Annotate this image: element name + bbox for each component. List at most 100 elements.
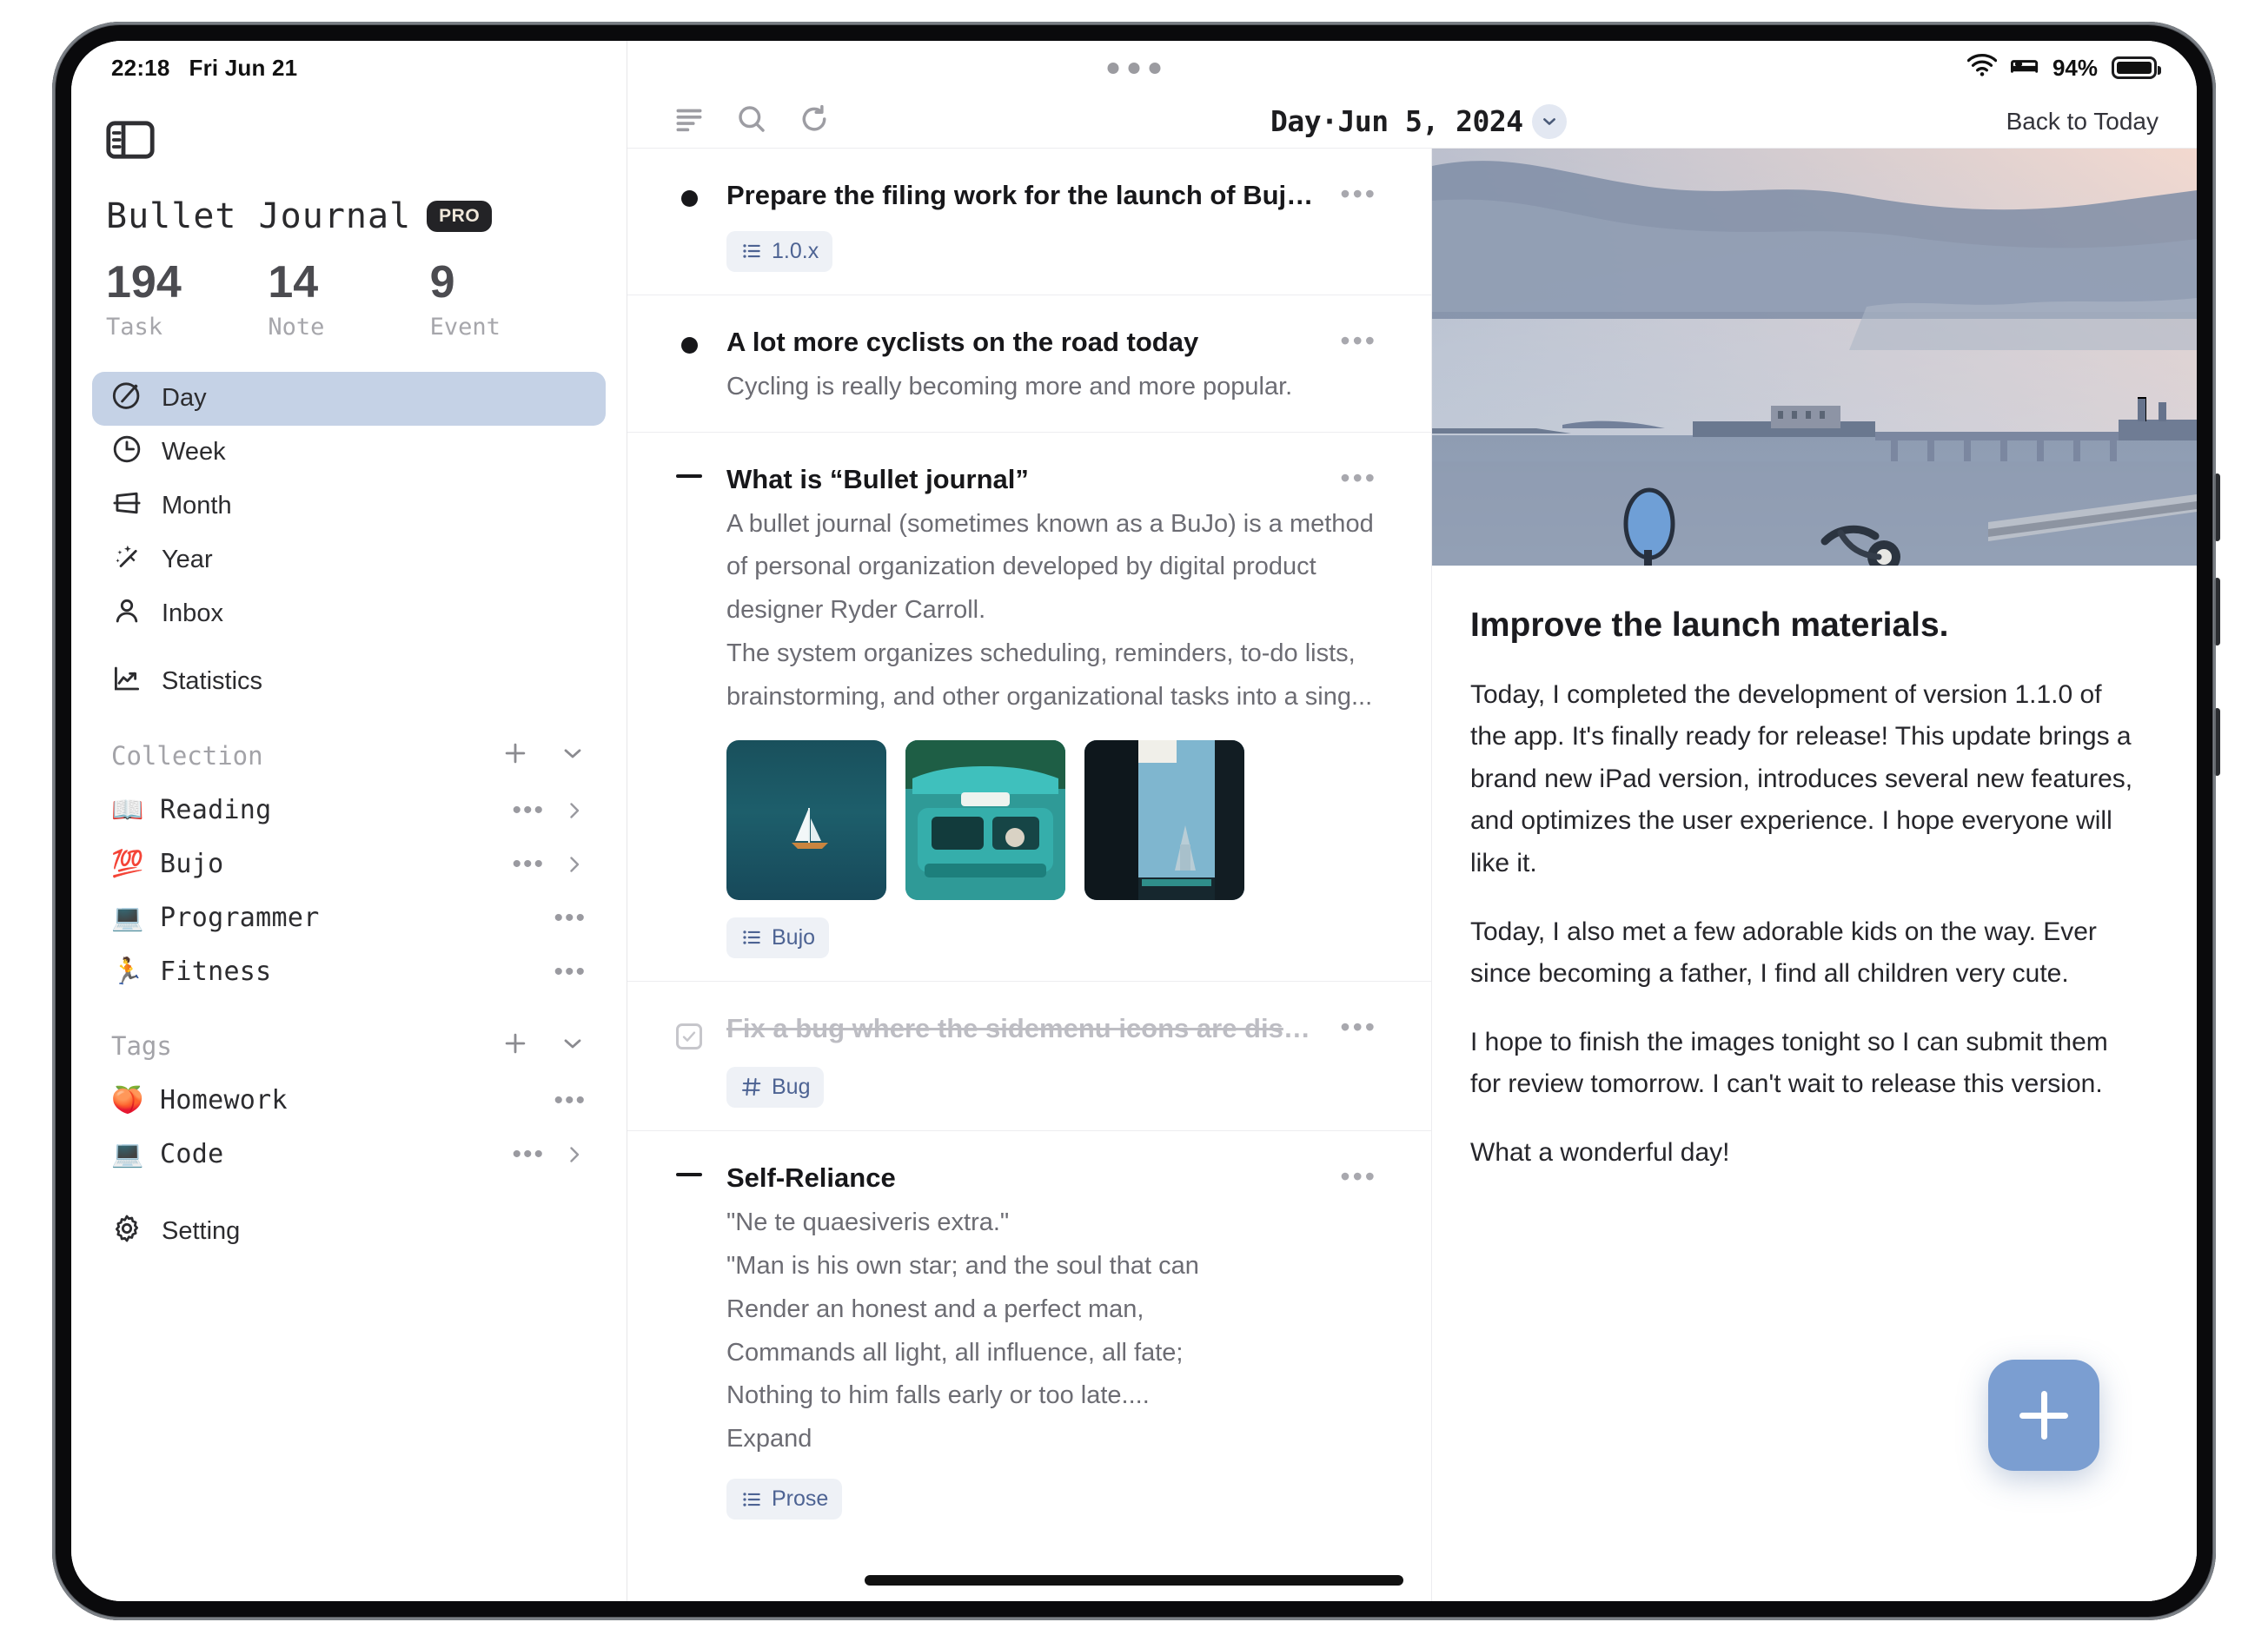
date-title[interactable]: Day·Jun 5, 2024 (855, 103, 1982, 139)
entry-paragraph: Render an honest and a perfect man, (726, 1294, 1144, 1323)
laptop-emoji-icon: 💻 (111, 1139, 144, 1169)
collection-item-bujo[interactable]: 💯 Bujo ••• (71, 838, 627, 891)
ipad-screen: 22:18 Fri Jun 21 94% Bullet Journal PRO … (71, 41, 2197, 1601)
more-options-icon[interactable]: ••• (554, 1087, 587, 1113)
more-options-icon[interactable]: ••• (512, 1141, 545, 1167)
expand-link[interactable]: Expand (726, 1418, 1377, 1461)
entry-paragraph: "Man is his own star; and the soul that … (726, 1251, 1199, 1280)
tag-chip[interactable]: Bug (726, 1066, 825, 1108)
entry-title: Self-Reliance (726, 1162, 896, 1193)
entry-title: Fix a bug where the sidemenu icons are d… (726, 1012, 1318, 1043)
refresh-icon[interactable] (798, 103, 831, 140)
stat-task: 194 Task (106, 259, 268, 341)
chevron-down-icon[interactable] (559, 739, 587, 771)
checkbox-checked-icon[interactable] (674, 1011, 704, 1049)
more-options-icon[interactable]: ••• (1340, 1161, 1377, 1190)
sidebar-item-day[interactable]: Day (92, 371, 606, 426)
entry-title: Prepare the filing work for the launch o… (726, 180, 1318, 210)
task-bullet-icon (674, 325, 704, 354)
sidebar-item-week[interactable]: Week (92, 426, 606, 480)
entry-paragraph: Commands all light, all influence, all f… (726, 1338, 1184, 1367)
teal-taxi-photo[interactable] (905, 739, 1065, 900)
sailboat-photo[interactable] (726, 739, 886, 900)
stat-task-value: 194 (106, 257, 182, 308)
entry-body: "Ne te quaesiveris extra." "Man is his o… (674, 1202, 1377, 1461)
entry-item[interactable]: What is “Bullet journal” ••• A bullet jo… (627, 433, 1431, 982)
more-options-icon[interactable]: ••• (1340, 178, 1377, 208)
power-button[interactable] (2214, 708, 2220, 776)
entry-header: What is “Bullet journal” ••• (674, 462, 1377, 498)
more-options-icon[interactable]: ••• (1340, 325, 1377, 354)
entry-tags: Bujo (674, 917, 1377, 958)
sidebar-item-month[interactable]: Month (92, 480, 606, 533)
list-icon (743, 930, 760, 945)
sidebar-toggle-icon[interactable] (106, 121, 155, 162)
add-entry-button[interactable] (1988, 1360, 2099, 1471)
more-options-icon[interactable]: ••• (554, 958, 587, 984)
entry-list[interactable]: Prepare the filing work for the launch o… (627, 149, 1432, 1601)
sidebar-nav: Day Week Month Year Inbox Statistics (71, 341, 627, 709)
entry-header: Prepare the filing work for the launch o… (674, 178, 1377, 214)
peach-emoji-icon: 🍑 (111, 1085, 144, 1115)
book-emoji-icon: 📖 (111, 795, 144, 824)
more-options-icon[interactable]: ••• (512, 797, 545, 823)
sidebar-item-label: Statistics (162, 667, 263, 696)
collection-item-reading[interactable]: 📖 Reading ••• (71, 784, 627, 838)
clock-icon (111, 434, 143, 472)
chevron-down-icon[interactable] (1531, 103, 1567, 139)
volume-up-button[interactable] (2214, 473, 2220, 541)
entry-item[interactable]: A lot more cyclists on the road today ••… (627, 295, 1431, 433)
chevron-right-icon[interactable] (562, 1142, 587, 1167)
chevron-right-icon[interactable] (562, 852, 587, 877)
collection-item-programmer[interactable]: 💻 Programmer ••• (71, 891, 627, 945)
more-options-icon[interactable]: ••• (1340, 1011, 1377, 1041)
tag-chip[interactable]: Bujo (726, 917, 830, 958)
entry-paragraph: Cycling is really becoming more and more… (726, 372, 1293, 401)
street-temple-photo[interactable] (1084, 739, 1244, 900)
sidebar-item-statistics[interactable]: Statistics (92, 655, 606, 709)
search-icon[interactable] (735, 103, 768, 140)
chevron-right-icon[interactable] (562, 798, 587, 823)
app-brand: Bullet Journal PRO (71, 163, 627, 236)
tag-item-homework[interactable]: 🍑 Homework ••• (71, 1074, 627, 1128)
filter-lines-icon[interactable] (673, 103, 706, 140)
sidebar-item-inbox[interactable]: Inbox (92, 587, 606, 641)
plus-icon[interactable] (501, 1030, 529, 1062)
runner-emoji-icon: 🏃 (111, 957, 144, 986)
task-bullet-icon (674, 178, 704, 207)
collection-item-fitness[interactable]: 🏃 Fitness ••• (71, 945, 627, 999)
tag-item-label: Code (160, 1139, 224, 1170)
stat-note-value: 14 (268, 257, 319, 308)
sidebar-item-setting[interactable]: Setting (71, 1204, 627, 1260)
sidebar: Bullet Journal PRO 194 Task 14 Note 9 Ev… (71, 41, 627, 1601)
more-options-icon[interactable]: ••• (1340, 462, 1377, 492)
note-dash-icon (674, 462, 704, 478)
tag-item-code[interactable]: 💻 Code ••• (71, 1128, 627, 1182)
entry-item[interactable]: Self-Reliance ••• "Ne te quaesiveris ext… (627, 1131, 1431, 1542)
entry-paragraph: Nothing to him falls early or too late..… (726, 1381, 1150, 1410)
back-to-today-button[interactable]: Back to Today (2006, 108, 2159, 136)
entry-item[interactable]: Fix a bug where the sidemenu icons are d… (627, 982, 1431, 1131)
plus-icon[interactable] (501, 739, 529, 771)
collection-item-label: Fitness (160, 957, 272, 988)
gear-icon (111, 1213, 143, 1251)
coastal-dusk-photo[interactable] (1432, 149, 2197, 566)
sidebar-item-year[interactable]: Year (92, 533, 606, 587)
tag-chip[interactable]: Prose (726, 1479, 843, 1520)
sidebar-item-label: Year (162, 546, 213, 574)
entry-item[interactable]: Prepare the filing work for the launch o… (627, 149, 1431, 295)
more-options-icon[interactable]: ••• (554, 904, 587, 930)
laptop-emoji-icon: 💻 (111, 903, 144, 932)
sparkle-wand-icon (111, 541, 143, 579)
tag-item-label: Homework (160, 1085, 288, 1116)
collection-title: Collection (111, 740, 263, 771)
home-indicator[interactable] (865, 1575, 1403, 1586)
collection-item-label: Reading (160, 795, 272, 826)
entry-tags: Prose (674, 1479, 1377, 1520)
chevron-down-icon[interactable] (559, 1030, 587, 1062)
volume-down-button[interactable] (2214, 578, 2220, 646)
tag-chip-label: 1.0.x (772, 238, 819, 263)
more-options-icon[interactable]: ••• (512, 851, 545, 877)
tag-chip[interactable]: 1.0.x (726, 230, 833, 272)
